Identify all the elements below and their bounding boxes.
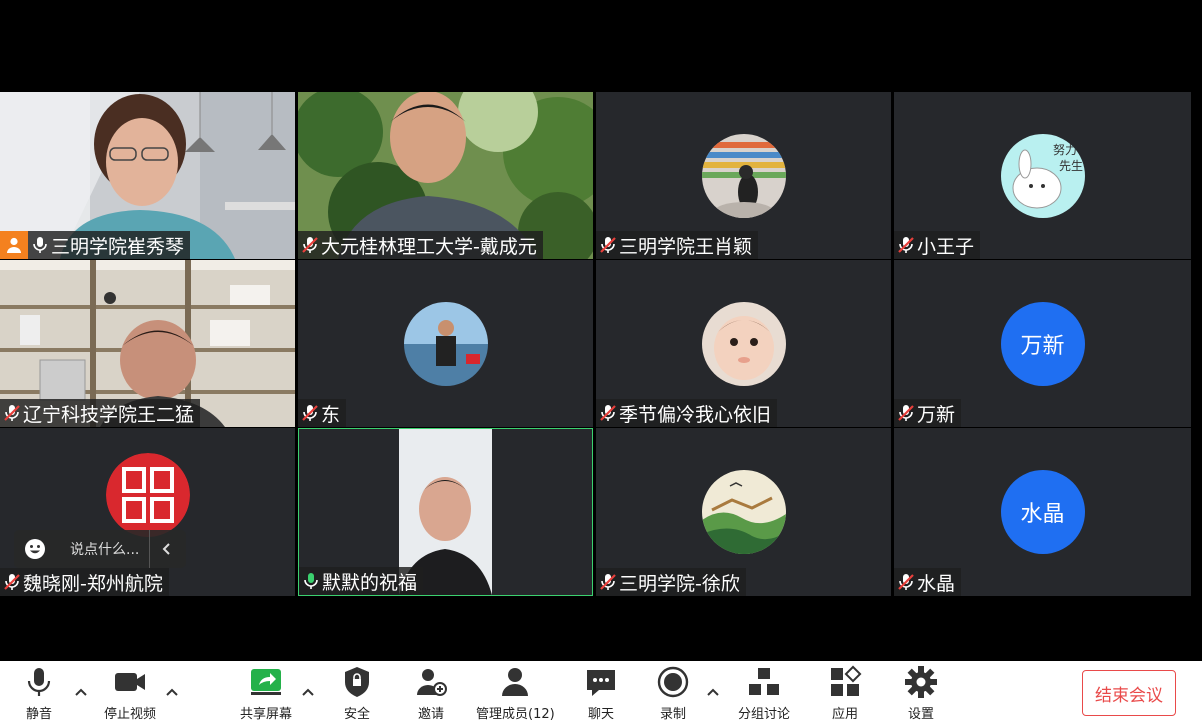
invite-button[interactable]: 邀请 <box>414 665 448 723</box>
participant-avatar <box>105 453 190 538</box>
participant-label: 大元桂林理工大学-戴成元 <box>298 231 543 259</box>
microphone-muted-icon <box>301 235 319 255</box>
participant-label: 默默的祝福 <box>299 567 424 595</box>
participant-label: 小王子 <box>894 231 981 259</box>
settings-button[interactable]: 设置 <box>904 665 938 723</box>
participant-tile[interactable]: 魏晓刚-郑州航院 <box>0 428 295 596</box>
participant-tile[interactable]: 三明学院崔秀琴 <box>0 92 295 259</box>
apps-icon <box>831 665 862 696</box>
participant-name: 辽宁科技学院王二猛 <box>23 403 195 426</box>
participant-label: 季节偏冷我心依旧 <box>596 399 778 427</box>
participant-avatar <box>403 301 488 386</box>
host-icon <box>0 231 28 259</box>
participant-tile-speaking[interactable]: 默默的祝福 <box>298 428 593 596</box>
end-meeting-button[interactable]: 结束会议 <box>1082 670 1176 716</box>
add-user-icon <box>417 669 447 696</box>
microphone-muted-icon <box>3 572 21 592</box>
participant-tile[interactable]: 季节偏冷我心依旧 <box>596 260 891 427</box>
microphone-muted-icon <box>897 572 915 592</box>
record-button[interactable]: 录制 <box>656 665 690 723</box>
chevron-up-icon[interactable] <box>165 685 179 699</box>
svg-text:先生: 先生 <box>1059 159 1083 173</box>
microphone-icon <box>31 235 49 255</box>
participant-label: 三明学院-徐欣 <box>596 568 746 596</box>
shield-icon <box>345 667 369 697</box>
participant-name: 三明学院崔秀琴 <box>51 235 185 258</box>
chevron-left-icon[interactable] <box>160 542 174 556</box>
participant-avatar: 万新 <box>1000 301 1085 386</box>
participant-tile[interactable]: 辽宁科技学院王二猛 <box>0 260 295 427</box>
microphone-muted-icon <box>599 572 617 592</box>
participant-label: 辽宁科技学院王二猛 <box>0 399 201 427</box>
participant-avatar <box>701 301 786 386</box>
apps-button[interactable]: 应用 <box>828 665 862 723</box>
microphone-icon <box>27 668 51 696</box>
participant-label: 三明学院崔秀琴 <box>0 231 191 259</box>
microphone-muted-icon <box>301 403 319 423</box>
members-icon <box>502 668 529 696</box>
emoji-icon[interactable] <box>24 538 46 560</box>
svg-text:努力: 努力 <box>1053 142 1077 157</box>
chevron-up-icon[interactable] <box>706 685 720 699</box>
gear-icon <box>905 666 937 698</box>
video-grid: 三明学院崔秀琴 大元桂林理工大学-戴成元 三明学院王肖颖 努力 先生 小王子 辽… <box>0 92 1191 596</box>
participant-avatar <box>701 470 786 554</box>
participant-avatar <box>701 133 786 218</box>
participant-label: 三明学院王肖颖 <box>596 231 759 259</box>
chat-button[interactable]: 聊天 <box>584 665 618 723</box>
microphone-muted-icon <box>3 403 21 423</box>
security-button[interactable]: 安全 <box>340 665 374 723</box>
video-camera-icon <box>115 673 145 691</box>
divider <box>149 530 151 568</box>
participant-avatar: 水晶 <box>1000 470 1085 554</box>
breakout-rooms-button[interactable]: 分组讨论 <box>738 665 790 723</box>
participant-name: 魏晓刚-郑州航院 <box>23 572 163 595</box>
participant-name: 水晶 <box>917 572 956 595</box>
participant-name: 小王子 <box>917 235 975 258</box>
participant-name: 季节偏冷我心依旧 <box>619 403 772 426</box>
microphone-muted-icon <box>897 235 915 255</box>
microphone-muted-icon <box>897 403 915 423</box>
participant-tile[interactable]: 大元桂林理工大学-戴成元 <box>298 92 593 259</box>
microphone-muted-icon <box>599 403 617 423</box>
participant-label: 魏晓刚-郑州航院 <box>0 568 169 596</box>
participant-label: 万新 <box>894 399 962 427</box>
chat-input[interactable]: 说点什么... <box>70 539 139 559</box>
chevron-up-icon[interactable] <box>301 685 315 699</box>
participant-tile[interactable]: 三明学院-徐欣 <box>596 428 891 596</box>
participant-tile[interactable]: 努力先生 小王子 <box>894 92 1191 259</box>
participant-label: 水晶 <box>894 568 962 596</box>
quick-chat-bar[interactable]: 说点什么... <box>14 530 186 568</box>
participant-tile[interactable]: 三明学院王肖颖 <box>596 92 891 259</box>
participant-name: 万新 <box>917 403 956 426</box>
share-screen-button[interactable]: 共享屏幕 <box>240 665 292 723</box>
participant-tile[interactable]: 万新 万新 <box>894 260 1191 427</box>
chat-bubble-icon <box>587 670 615 696</box>
manage-members-button[interactable]: 管理成员(12) <box>476 665 555 723</box>
microphone-active-icon <box>302 571 320 591</box>
microphone-muted-icon <box>599 235 617 255</box>
mute-button[interactable]: 静音 <box>22 665 56 723</box>
participant-name: 大元桂林理工大学-戴成元 <box>321 235 537 258</box>
participant-avatar: 努力先生 <box>1000 133 1085 218</box>
participant-name: 东 <box>321 403 341 426</box>
participant-tile[interactable]: 东 <box>298 260 593 427</box>
share-screen-icon <box>251 669 281 695</box>
breakout-rooms-icon <box>749 668 779 695</box>
participant-name: 三明学院-徐欣 <box>619 572 740 595</box>
chevron-up-icon[interactable] <box>74 685 88 699</box>
record-icon <box>657 666 689 698</box>
participant-name: 默默的祝福 <box>322 571 418 594</box>
stop-video-button[interactable]: 停止视频 <box>104 665 156 723</box>
participant-label: 东 <box>298 399 347 427</box>
participant-tile[interactable]: 水晶 水晶 <box>894 428 1191 596</box>
participant-name: 三明学院王肖颖 <box>619 235 753 258</box>
